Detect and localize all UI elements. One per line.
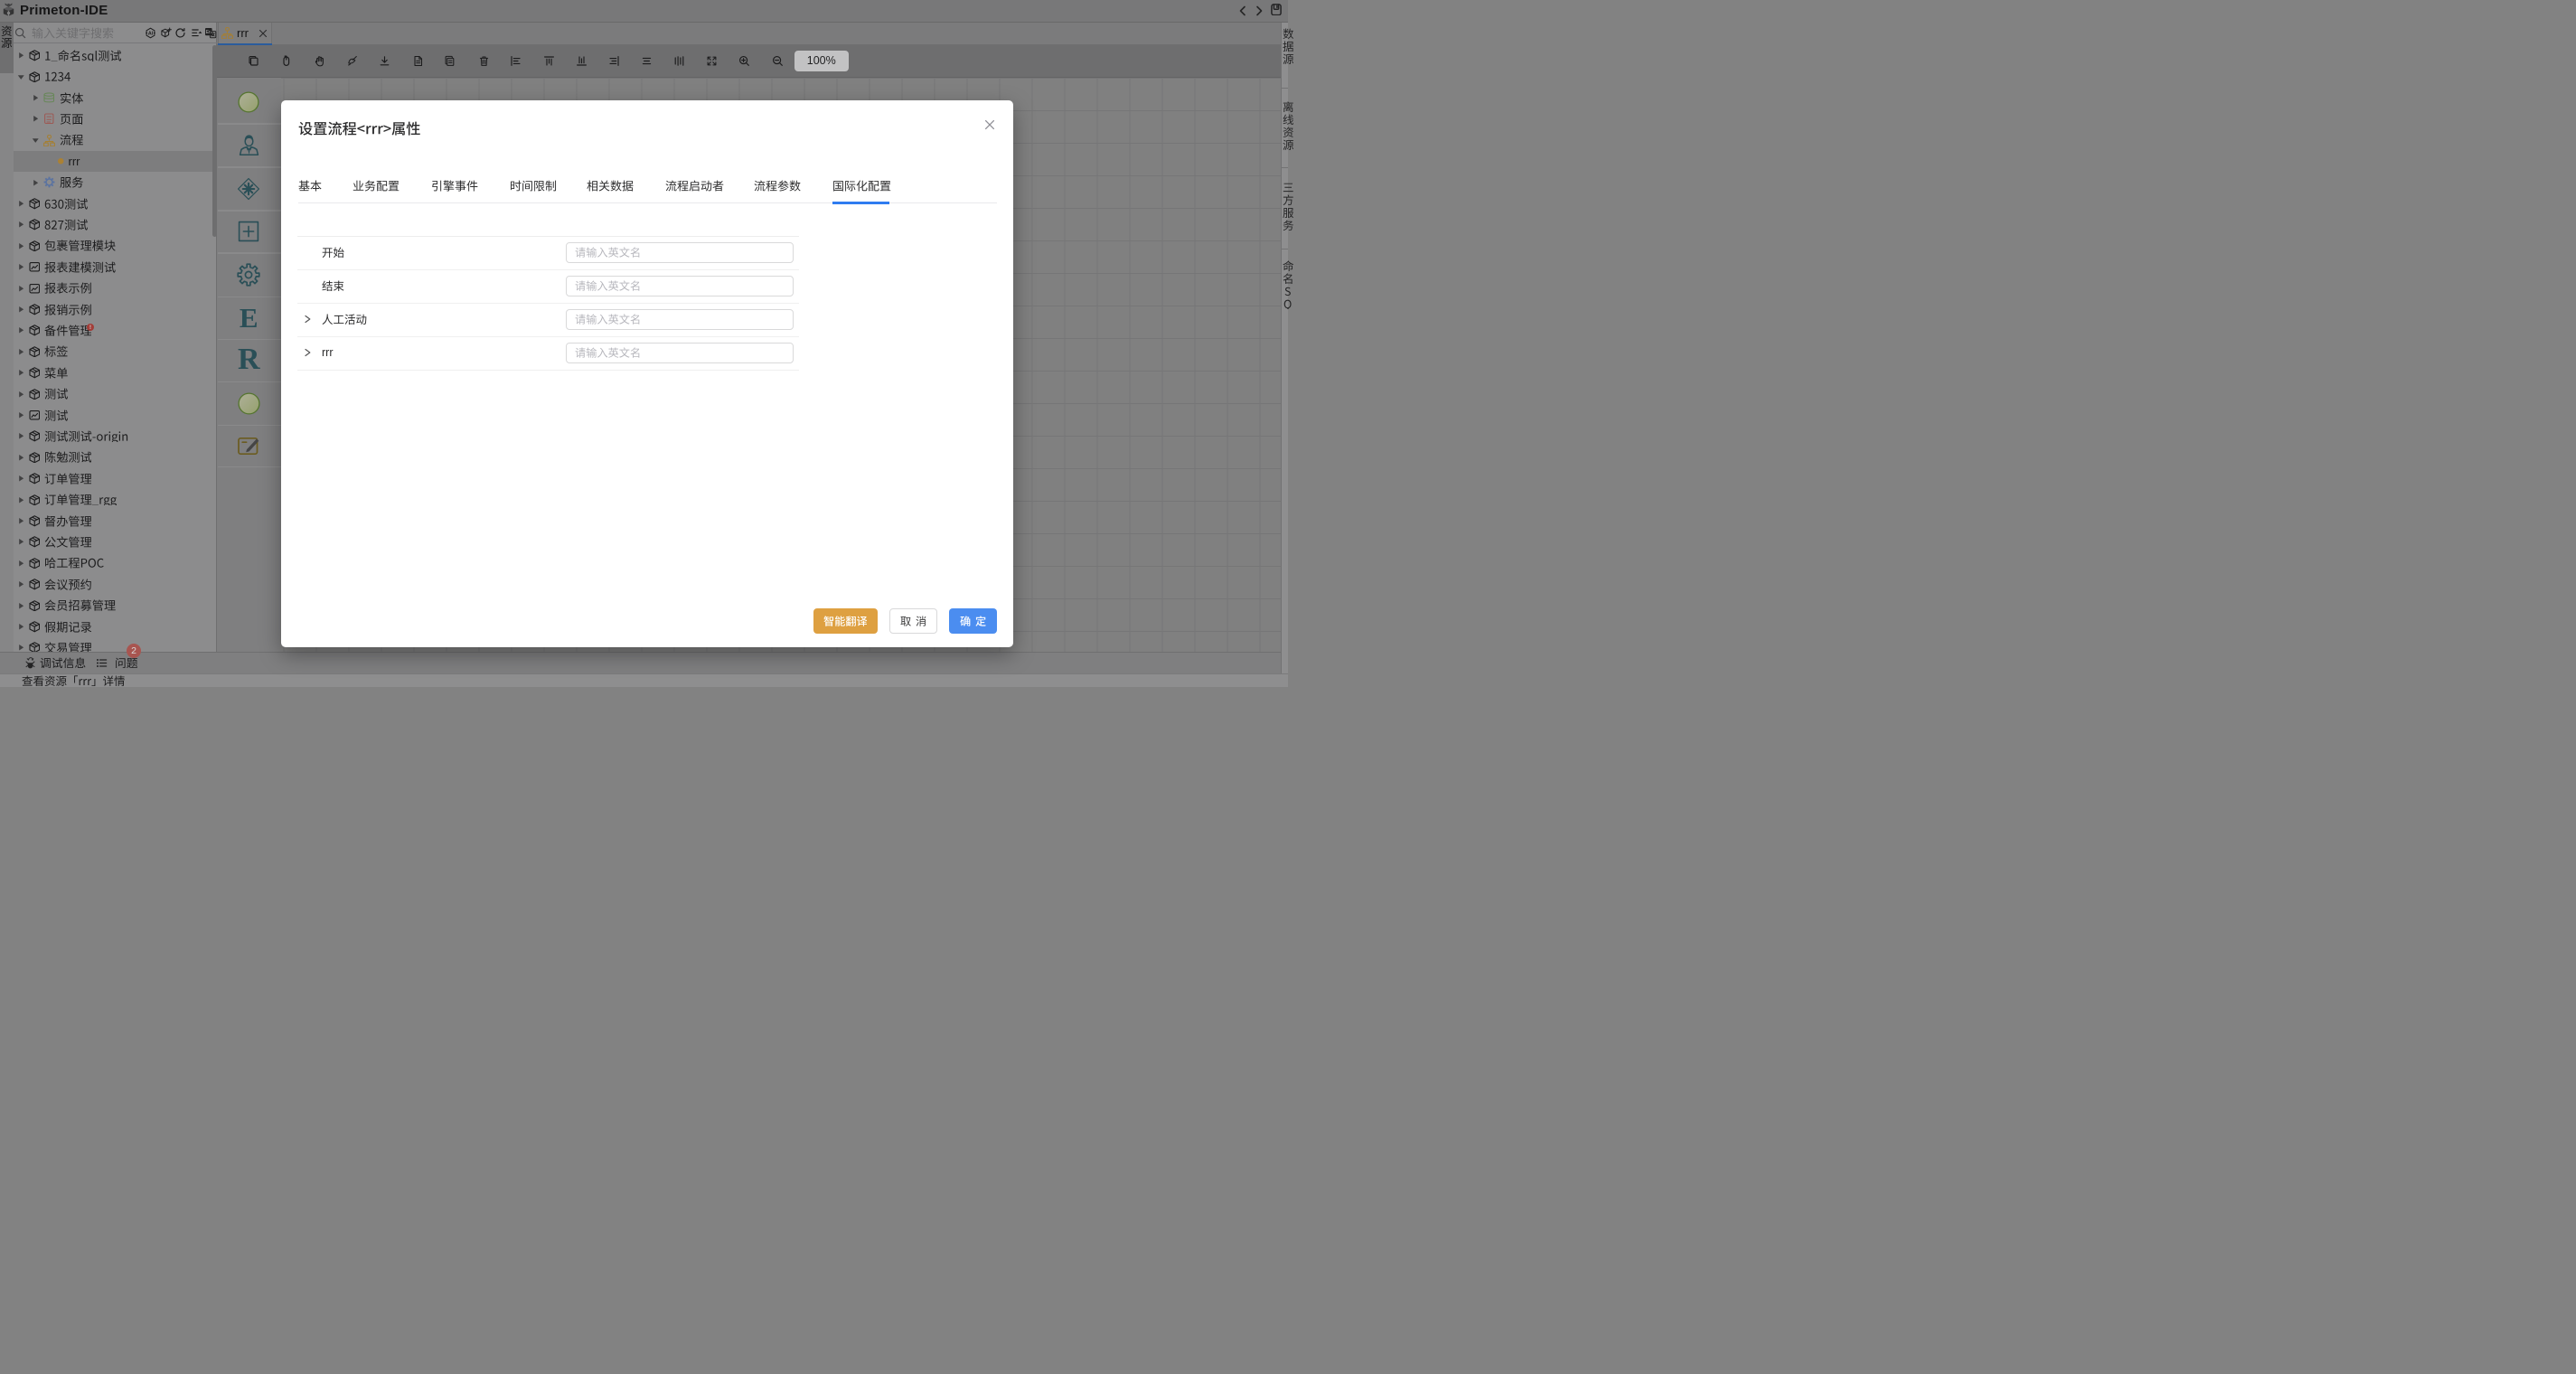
svg-text:AI: AI (147, 31, 153, 36)
svg-text:En: En (206, 30, 212, 35)
